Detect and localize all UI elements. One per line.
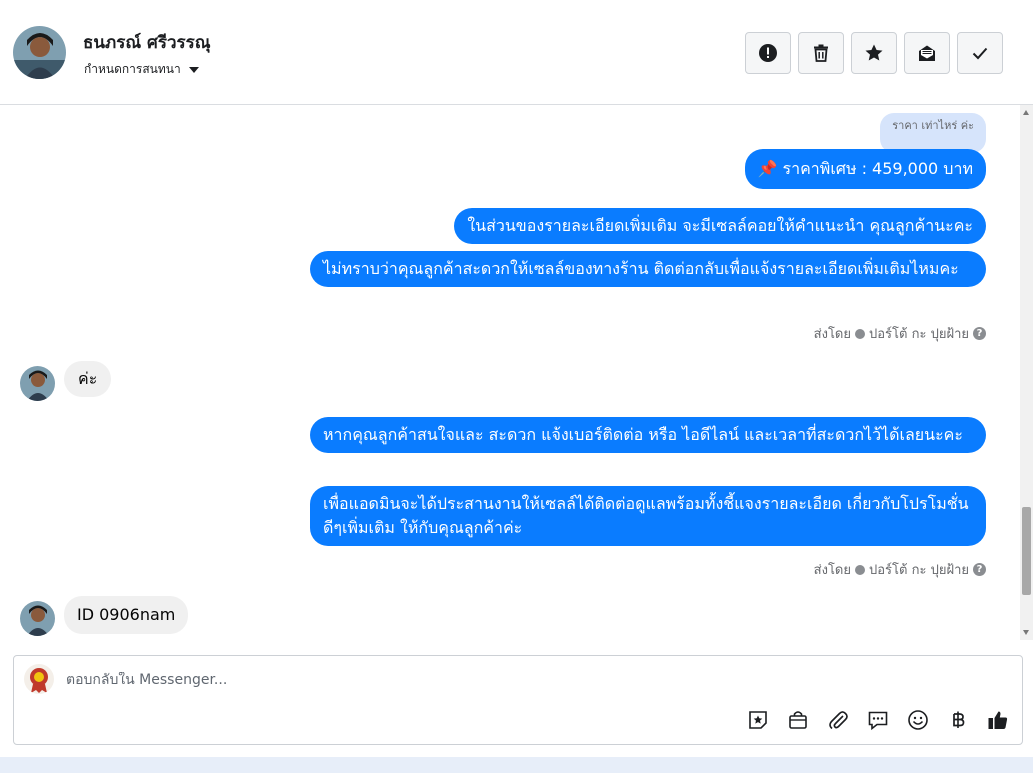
payment-button[interactable]	[946, 708, 970, 732]
sticker-star-icon	[749, 711, 767, 729]
star-icon	[865, 44, 883, 61]
sent-by-label: ส่งโดย	[813, 327, 851, 342]
sent-by-label: ส่งโดย	[813, 563, 851, 578]
emoji-button[interactable]	[906, 708, 930, 732]
bag-icon	[789, 711, 807, 729]
reply-composer	[13, 655, 1023, 745]
exclamation-icon	[759, 44, 777, 62]
outgoing-message[interactable]: ในส่วนของรายละเอียดเพิ่มเติม จะมีเซลล์คอ…	[454, 208, 986, 244]
chevron-down-icon	[188, 67, 199, 73]
thread-scrollbar[interactable]	[1020, 105, 1033, 640]
mark-done-button[interactable]	[957, 32, 1003, 74]
trash-icon	[814, 44, 828, 62]
outgoing-message[interactable]: หากคุณลูกค้าสนใจและ สะดวก แจ้งเบอร์ติดต่…	[310, 417, 986, 453]
page-avatar	[24, 664, 54, 694]
composer-toolbar	[746, 708, 1010, 732]
smiley-icon	[908, 710, 928, 730]
scroll-down-arrow-icon[interactable]	[1023, 630, 1029, 635]
message-thread: ราคา เท่าไหร่ ค่ะ 📌 ราคาพิเศษ : 459,000 …	[0, 105, 1033, 640]
sent-by-info: ส่งโดย ปอร์โต้ กะ ปุยฝ้าย ?	[814, 323, 986, 344]
conversation-settings-label: กำหนดการสนทนา	[84, 62, 181, 76]
sent-by-info: ส่งโดย ปอร์โต้ กะ ปุยฝ้าย ?	[814, 559, 986, 580]
reply-input[interactable]	[66, 672, 766, 688]
incoming-message[interactable]: ค่ะ	[64, 361, 112, 397]
conversation-header: ธนภรณ์ ศรีวรรณุ กำหนดการสนทนา	[0, 0, 1033, 105]
shop-button[interactable]	[786, 708, 810, 732]
mail-icon	[919, 45, 935, 61]
outgoing-message[interactable]: เพื่อแอดมินจะได้ประสานงานให้เซลล์ได้ติดต…	[310, 486, 986, 546]
contact-avatar-small[interactable]	[20, 601, 55, 636]
conversation-settings-dropdown[interactable]: กำหนดการสนทนา	[84, 60, 199, 79]
footer-band	[0, 757, 1033, 773]
like-icon	[988, 711, 1008, 729]
star-button[interactable]	[851, 32, 897, 74]
chat-icon	[868, 711, 888, 731]
contact-name: ธนภรณ์ ศรีวรรณุ	[83, 33, 211, 53]
conversation-toolbar	[745, 32, 1003, 74]
quoted-message: ราคา เท่าไหร่ ค่ะ	[880, 113, 986, 153]
attach-button[interactable]	[826, 708, 850, 732]
help-icon[interactable]: ?	[973, 327, 986, 340]
baht-icon	[953, 711, 965, 728]
verified-icon	[855, 328, 865, 339]
sender-name: ปอร์โต้ กะ ปุยฝ้าย	[869, 327, 969, 342]
paperclip-icon	[829, 711, 848, 730]
delete-button[interactable]	[798, 32, 844, 74]
check-icon	[972, 47, 988, 60]
sticker-button[interactable]	[746, 708, 770, 732]
verified-icon	[855, 564, 865, 575]
help-icon[interactable]: ?	[973, 563, 986, 576]
mark-spam-button[interactable]	[745, 32, 791, 74]
outgoing-message[interactable]: ไม่ทราบว่าคุณลูกค้าสะดวกให้เซลล์ของทางร้…	[310, 251, 986, 287]
contact-avatar[interactable]	[13, 26, 66, 79]
like-button[interactable]	[986, 708, 1010, 732]
mark-unread-button[interactable]	[904, 32, 950, 74]
scroll-thumb[interactable]	[1022, 507, 1031, 595]
sender-name: ปอร์โต้ กะ ปุยฝ้าย	[869, 563, 969, 578]
scroll-up-arrow-icon[interactable]	[1023, 110, 1029, 115]
incoming-message[interactable]: ID 0906nam	[64, 596, 189, 634]
outgoing-message[interactable]: 📌 ราคาพิเศษ : 459,000 บาท	[744, 149, 986, 189]
quoted-message-text: ราคา เท่าไหร่ ค่ะ	[892, 119, 974, 132]
contact-avatar-small[interactable]	[20, 366, 55, 401]
saved-replies-button[interactable]	[866, 708, 890, 732]
